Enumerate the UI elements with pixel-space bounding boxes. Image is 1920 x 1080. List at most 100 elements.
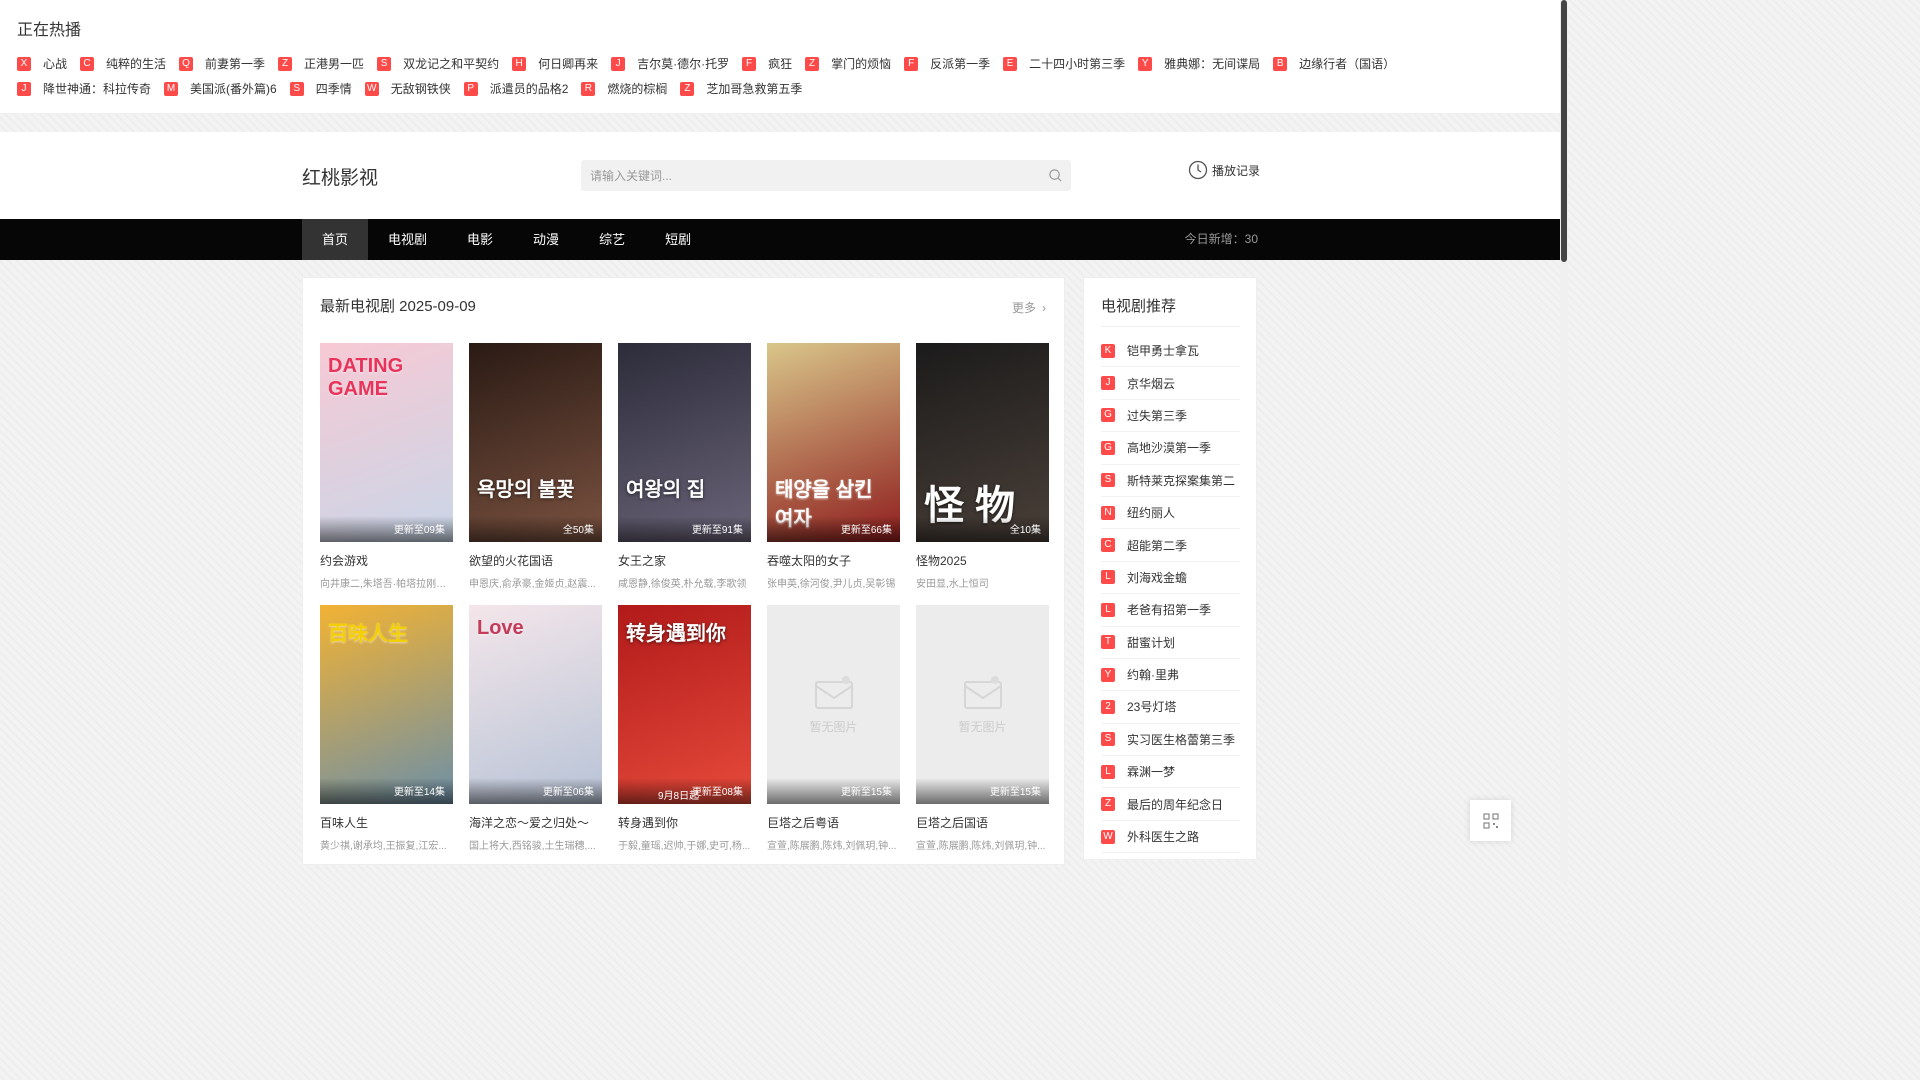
sidebar-item[interactable]: 2 23号灯塔 <box>1101 691 1240 724</box>
more-link[interactable]: 更多 › <box>1012 299 1046 316</box>
video-poster[interactable]: 百味人生 更新至14集 <box>320 605 453 804</box>
video-poster[interactable]: Love 更新至06集 <box>469 605 602 804</box>
letter-badge: W <box>1101 829 1115 844</box>
video-title[interactable]: 百味人生 <box>320 814 453 831</box>
sidebar-item[interactable]: Z 最后的周年纪念日 <box>1101 788 1240 821</box>
qr-code-button[interactable] <box>1470 800 1511 841</box>
sidebar-item[interactable]: L 老爸有招第一季 <box>1101 594 1240 627</box>
nav-item[interactable]: 短剧 <box>645 219 711 260</box>
image-placeholder-icon <box>814 676 853 709</box>
hot-item-title: 正港男一匹 <box>304 57 365 71</box>
video-poster[interactable]: 욕망의 불꽃 全50集 <box>469 343 602 542</box>
video-card[interactable]: DATING GAME 更新至09集 约会游戏 向井康二,朱塔吾·帕塔拉刚普... <box>320 343 453 605</box>
video-grid: DATING GAME 更新至09集 约会游戏 向井康二,朱塔吾·帕塔拉刚普... 욕망… <box>320 343 1060 867</box>
hot-item[interactable]: B 边缘行者（国语） <box>1273 55 1395 72</box>
video-title[interactable]: 转身遇到你 <box>618 814 751 831</box>
sidebar-item[interactable]: L 霖渊一梦 <box>1101 756 1240 789</box>
sidebar-item[interactable]: W 外科医生之路 <box>1101 821 1240 854</box>
video-poster[interactable]: 暂无图片 更新至15集 <box>767 605 900 804</box>
video-poster[interactable]: 暂无图片 更新至15集 <box>916 605 1049 804</box>
sidebar-item[interactable]: K 铠甲勇士拿瓦 <box>1101 335 1240 368</box>
video-title[interactable]: 女王之家 <box>618 552 751 569</box>
sidebar-item[interactable]: Y 约翰·里弗 <box>1101 659 1240 692</box>
video-poster[interactable]: DATING GAME 更新至09集 <box>320 343 453 542</box>
image-placeholder-icon <box>963 676 1002 709</box>
video-title[interactable]: 海洋之恋～爱之归处～ <box>469 814 602 831</box>
page-scrollbar[interactable] <box>1560 0 1568 882</box>
hot-item[interactable]: Y 雅典娜：无间谍局 <box>1138 55 1260 72</box>
video-poster[interactable]: 怪 物全10集 <box>916 343 1049 542</box>
video-card[interactable]: 百味人生 更新至14集 百味人生 黄少祺,谢承均,王振复,江宏... <box>320 605 453 867</box>
hot-item[interactable]: M 美国派(番外篇)6 <box>164 80 277 97</box>
hot-item-title: 降世神通：科拉传奇 <box>43 82 152 96</box>
video-title[interactable]: 欲望的火花国语 <box>469 552 602 569</box>
hot-item[interactable]: Z 正港男一匹 <box>278 55 364 72</box>
episode-status: 全10集 <box>916 516 1049 542</box>
scrollbar-thumb[interactable] <box>1561 0 1567 262</box>
nav-item[interactable]: 首页 <box>302 219 369 260</box>
main-nav: 首页 电视剧 电影 动漫 综艺 短剧 今日新增：30 <box>0 219 1560 260</box>
hot-item[interactable]: X 心战 <box>17 55 67 72</box>
hot-item[interactable]: J 吉尔莫·德尔·托罗 <box>611 55 729 72</box>
sidebar-item[interactable]: G 过失第三季 <box>1101 400 1240 433</box>
video-card[interactable]: 怪 物全10集 怪物2025 安田显,水上恒司 <box>916 343 1049 605</box>
hot-item[interactable]: E 二十四小时第三季 <box>1003 55 1125 72</box>
video-poster[interactable]: 여왕의 집 更新至91集 <box>618 343 751 542</box>
hot-item[interactable]: S 四季情 <box>289 80 352 97</box>
sidebar-item[interactable]: S 斯特莱克探案集第二 <box>1101 465 1240 497</box>
more-label: 更多 <box>1011 301 1036 315</box>
letter-badge: T <box>1101 635 1115 650</box>
sidebar-item[interactable]: N 纽约丽人 <box>1101 497 1240 530</box>
nav-item[interactable]: 电影 <box>447 219 513 260</box>
hot-item[interactable]: Z 芝加哥急救第五季 <box>680 80 802 97</box>
video-title[interactable]: 巨塔之后国语 <box>916 814 1049 831</box>
video-card[interactable]: 暂无图片 更新至15集 巨塔之后粤语 宣萱,陈展鹏,陈炜,刘佩玥,钟... <box>767 605 900 867</box>
play-history-button[interactable]: 播放记录 <box>1188 160 1260 180</box>
sidebar-item-title: 刘海戏金蟾 <box>1127 570 1188 585</box>
video-card[interactable]: 转身遇到你 9月8日起 更新至08集 转身遇到你 于毅,童瑶,迟帅,于娜,史可,杨... <box>618 605 751 867</box>
sidebar-item[interactable]: G 高地沙漠第一季 <box>1101 432 1240 465</box>
video-card[interactable]: 暂无图片 更新至15集 巨塔之后国语 宣萱,陈展鹏,陈炜,刘佩玥,钟... <box>916 605 1049 867</box>
sidebar-item-title: 老爸有招第一季 <box>1127 603 1212 618</box>
hot-item-title: 心战 <box>43 57 68 71</box>
hot-item[interactable]: R 燃烧的棕榈 <box>581 80 667 97</box>
hot-item[interactable]: W 无敌钢铁侠 <box>364 80 451 97</box>
video-card[interactable]: 여왕의 집 更新至91集 女王之家 咸恩静,徐俊英,朴允载,李歌领 <box>618 343 751 605</box>
clock-icon <box>1188 160 1208 180</box>
video-title[interactable]: 吞噬太阳的女子 <box>767 552 900 569</box>
nav-item[interactable]: 电视剧 <box>368 219 447 260</box>
hot-item-title: 前妻第一季 <box>205 57 266 71</box>
hot-item[interactable]: Z 掌门的烦恼 <box>805 55 891 72</box>
sidebar-item-title: 最后的周年纪念日 <box>1127 797 1224 812</box>
video-card[interactable]: 욕망의 불꽃 全50集 欲望的火花国语 申恩庆,俞承豪,金姬贞,赵震... <box>469 343 602 605</box>
letter-badge: 2 <box>1101 699 1115 714</box>
site-logo[interactable]: 红桃影视 <box>302 163 378 190</box>
video-title[interactable]: 巨塔之后粤语 <box>767 814 900 831</box>
episode-status: 全50集 <box>469 516 602 542</box>
sidebar-item[interactable]: J 京华烟云 <box>1101 367 1240 400</box>
sidebar-item[interactable]: S 实习医生格蕾第三季 <box>1101 724 1240 757</box>
search-icon[interactable] <box>1048 168 1063 183</box>
nav-item[interactable]: 动漫 <box>513 219 579 260</box>
hot-item[interactable]: F 反派第一季 <box>904 55 990 72</box>
hot-item[interactable]: C 纯粹的生活 <box>80 55 166 72</box>
video-title[interactable]: 约会游戏 <box>320 552 453 569</box>
hot-item[interactable]: S 双龙记之和平契约 <box>377 55 499 72</box>
video-card[interactable]: 태양을 삼킨 여자更新至66集吞噬太阳的女子张申英,徐河俊,尹儿贞,吴彰锡 <box>767 343 900 605</box>
video-poster[interactable]: 转身遇到你 9月8日起 更新至08集 <box>618 605 751 804</box>
hot-item[interactable]: J 降世神通：科拉传奇 <box>17 80 151 97</box>
episode-status: 更新至66集 <box>767 516 900 542</box>
poster-title-art: 转身遇到你 <box>626 623 726 645</box>
sidebar-item[interactable]: T 甜蜜计划 <box>1101 627 1240 659</box>
video-card[interactable]: Love 更新至06集 海洋之恋～爱之归处～ 国上将大,西铭骏,土生瑞穗,... <box>469 605 602 867</box>
sidebar-item[interactable]: L 刘海戏金蟾 <box>1101 562 1240 595</box>
hot-item[interactable]: H 何日卿再来 <box>512 55 598 72</box>
hot-item[interactable]: Q 前妻第一季 <box>179 55 265 72</box>
sidebar-item[interactable]: C 超能第二季 <box>1101 529 1240 562</box>
search-input[interactable] <box>581 160 1031 191</box>
nav-item[interactable]: 综艺 <box>579 219 645 260</box>
hot-item[interactable]: P 派遣员的品格2 <box>463 80 568 97</box>
video-title[interactable]: 怪物2025 <box>916 552 1049 569</box>
video-poster[interactable]: 태양을 삼킨 여자更新至66集 <box>767 343 900 542</box>
hot-item[interactable]: F 疯狂 <box>742 55 792 72</box>
